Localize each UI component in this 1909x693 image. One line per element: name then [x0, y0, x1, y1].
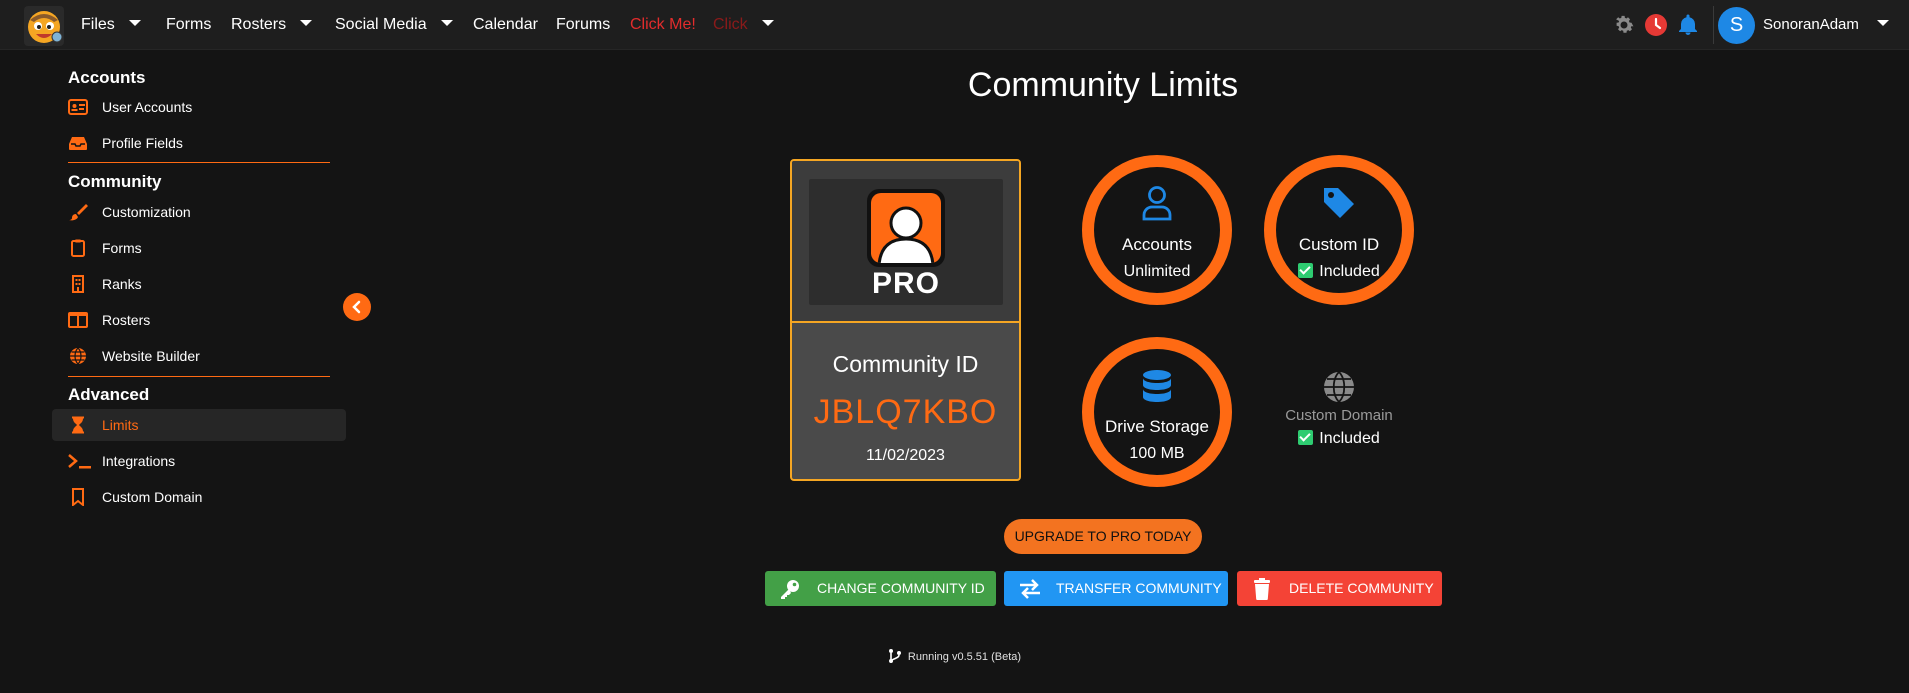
columns-icon	[68, 311, 88, 329]
chevron-down-icon	[1876, 20, 1889, 27]
feature-drive-storage: Drive Storage 100 MB	[1082, 337, 1232, 487]
community-id-label: Community ID	[832, 351, 979, 377]
feature-accounts-title: Accounts	[1122, 235, 1192, 254]
sidebar-divider	[68, 376, 330, 377]
top-navbar: Files Forms Rosters Social Media Calenda…	[0, 0, 1909, 50]
pro-badge-image: PRO	[809, 179, 1003, 305]
feature-accounts-value: Unlimited	[1123, 263, 1191, 280]
clipboard-icon	[68, 239, 88, 257]
building-icon	[68, 275, 88, 293]
pro-logo	[867, 189, 945, 267]
globe-icon	[1272, 370, 1406, 409]
nav-calendar[interactable]: Calendar	[473, 0, 538, 50]
nav-click[interactable]: Click	[713, 0, 774, 50]
feature-custom-id-title: Custom ID	[1298, 235, 1380, 254]
feature-custom-id-value: Included	[1276, 263, 1402, 281]
gear-icon[interactable]	[1612, 13, 1636, 37]
username-label: SonoranAdam	[1763, 16, 1859, 33]
terminal-icon	[68, 452, 91, 470]
sidebar-item-limits[interactable]: Limits	[52, 409, 346, 441]
bell-icon[interactable]	[1676, 13, 1700, 37]
card-banner: PRO	[792, 161, 1019, 323]
nav-files[interactable]: Files	[81, 0, 141, 50]
git-branch-icon	[888, 648, 902, 664]
version-footer: Running v0.5.51 (Beta)	[0, 648, 1909, 664]
transfer-community-button[interactable]: TRANSFER COMMUNITY	[1004, 571, 1228, 606]
user-icon	[1094, 185, 1220, 226]
sidebar-item-profile-fields[interactable]: Profile Fields	[52, 127, 346, 159]
checkbox-icon	[1298, 263, 1314, 278]
sidebar-heading-advanced: Advanced	[68, 385, 150, 404]
sidebar-item-forms[interactable]: Forms	[52, 232, 346, 264]
database-icon	[1094, 369, 1220, 410]
page-title: Community Limits	[967, 66, 1239, 104]
chevron-down-icon	[440, 19, 453, 26]
version-text: Running v0.5.51 (Beta)	[907, 651, 1022, 663]
feature-drive-storage-title: Drive Storage	[1105, 417, 1209, 436]
sidebar-item-ranks[interactable]: Ranks	[52, 268, 346, 300]
key-icon	[779, 578, 801, 600]
tag-icon	[1276, 185, 1402, 226]
nav-forms[interactable]: Forms	[166, 0, 211, 50]
sidebar-item-custom-domain[interactable]: Custom Domain	[52, 481, 346, 513]
pro-badge-text: PRO	[871, 267, 940, 300]
delete-community-button[interactable]: DELETE COMMUNITY	[1237, 571, 1442, 606]
sidebar-collapse-button[interactable]	[343, 293, 371, 321]
chevron-down-icon	[761, 19, 774, 26]
community-id-value: JBLQ7KBO	[813, 393, 998, 431]
sidebar-divider	[68, 162, 330, 163]
inbox-icon	[68, 134, 88, 152]
clock-icon[interactable]	[1644, 13, 1668, 37]
community-created-date: 11/02/2023	[866, 447, 945, 464]
feature-drive-storage-value: 100 MB	[1129, 445, 1185, 462]
feature-custom-domain-title: Custom Domain	[1285, 407, 1393, 424]
nav-forums[interactable]: Forums	[556, 0, 610, 50]
nav-social-media[interactable]: Social Media	[335, 0, 453, 50]
chevron-down-icon	[128, 19, 141, 26]
upgrade-to-pro-button[interactable]: UPGRADE TO PRO TODAY	[1004, 519, 1202, 554]
sidebar-item-integrations[interactable]: Integrations	[52, 445, 346, 477]
checkbox-icon	[1298, 430, 1314, 445]
nav-rosters[interactable]: Rosters	[231, 0, 313, 50]
change-community-id-button[interactable]: CHANGE COMMUNITY ID	[765, 571, 996, 606]
globe-icon	[68, 347, 88, 365]
sidebar-item-customization[interactable]: Customization	[52, 196, 346, 228]
feature-custom-id: Custom ID Included	[1264, 155, 1414, 305]
trash-icon	[1251, 578, 1273, 600]
bookmark-icon	[68, 488, 88, 508]
feature-accounts: Accounts Unlimited	[1082, 155, 1232, 305]
transfer-arrows-icon	[1018, 578, 1040, 600]
nav-divider	[1713, 6, 1714, 44]
community-id-card: PRO Community ID JBLQ7KBO 11/02/2023	[790, 159, 1021, 481]
app-logo[interactable]	[24, 6, 64, 46]
chevron-down-icon	[300, 19, 313, 26]
avatar[interactable]: S	[1718, 7, 1755, 44]
sidebar-heading-community: Community	[68, 172, 162, 191]
feature-custom-domain-value: Included	[1272, 430, 1406, 448]
hourglass-icon	[68, 416, 88, 434]
brush-icon	[68, 203, 88, 221]
sidebar-item-rosters[interactable]: Rosters	[52, 304, 346, 336]
sidebar-item-website-builder[interactable]: Website Builder	[52, 340, 346, 372]
user-menu[interactable]: SonoranAdam	[1763, 0, 1889, 50]
chevron-left-icon	[352, 300, 361, 314]
nav-click-me[interactable]: Click Me!	[630, 0, 696, 50]
